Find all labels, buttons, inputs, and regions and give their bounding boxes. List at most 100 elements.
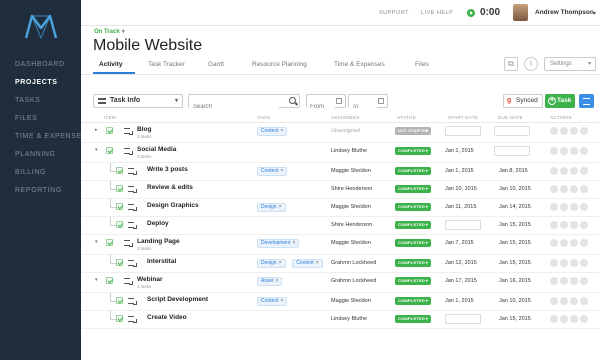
tag-chip[interactable]: Design × [257,203,286,212]
task-checkbox[interactable] [106,127,113,134]
delete-icon[interactable] [580,221,588,229]
due-date[interactable]: Jan 15, 2015 [499,316,531,322]
status-badge[interactable]: COMPLETED ▾ [395,315,431,323]
info-icon[interactable]: i [524,57,538,71]
remove-tag-icon[interactable]: × [276,278,279,284]
edit-icon[interactable] [550,203,558,211]
due-date[interactable]: Jan 8, 2015 [499,168,528,174]
task-checkbox[interactable] [116,185,123,192]
task-name[interactable]: Webinar [137,276,163,283]
start-date-field[interactable] [445,126,481,136]
column-header-status[interactable]: STATUS [397,115,416,120]
copy-icon[interactable]: ⧉ [504,57,518,71]
collapse-icon[interactable]: ▾ [95,147,98,153]
assignee[interactable]: Grahmn Lockheed [331,260,376,266]
reorder-icon[interactable] [128,203,137,211]
sidebar-item-time-expense[interactable]: TIME & EXPENSE [15,132,82,150]
start-date[interactable]: Jan 1, 2015 [445,168,474,174]
edit-icon[interactable] [550,147,558,155]
reorder-icon[interactable] [128,221,137,229]
tab-resource-planning[interactable]: Resource Planning [252,61,307,68]
task-info-dropdown[interactable]: Task Info ▾ [93,94,183,108]
delete-icon[interactable] [580,315,588,323]
assignee[interactable]: Maggie Sheldon [331,240,371,246]
collapse-icon[interactable]: ▾ [95,239,98,245]
reorder-icon[interactable] [128,297,137,305]
status-badge[interactable]: COMPLETED ▾ [395,259,431,267]
task-name[interactable]: Blog [137,126,151,133]
edit-icon[interactable] [550,185,558,193]
column-header-due-date[interactable]: DUE DATE [498,115,523,120]
start-date[interactable]: Jan 10, 2015 [445,186,477,192]
time-icon[interactable] [570,239,578,247]
column-header-item[interactable]: ITEM [104,115,116,120]
task-name[interactable]: Interstital [147,258,176,265]
google-sync-button[interactable]: g Synced [503,94,543,108]
start-date[interactable]: Jan 12, 2015 [445,260,477,266]
task-name[interactable]: Social Media [137,146,176,153]
task-checkbox[interactable] [116,297,123,304]
remove-tag-icon[interactable]: × [281,298,284,304]
assignee[interactable]: Maggie Sheldon [331,298,371,304]
expand-icon[interactable]: ▸ [95,127,98,133]
delete-icon[interactable] [580,167,588,175]
add-task-button[interactable]: + Task [545,94,575,108]
search-input[interactable] [189,101,279,113]
task-name[interactable]: Review & edits [147,184,193,191]
time-icon[interactable] [570,127,578,135]
edit-icon[interactable] [550,297,558,305]
user-name[interactable]: Andrew Thompson [535,9,594,16]
assignee[interactable]: Lindsey Bluthe [331,148,367,154]
delete-icon[interactable] [580,239,588,247]
comment-icon[interactable] [560,277,568,285]
reorder-icon[interactable] [124,277,133,285]
time-icon[interactable] [570,147,578,155]
collapse-icon[interactable]: ▾ [95,277,98,283]
tag-chip[interactable]: Content × [257,127,288,136]
comment-icon[interactable] [560,127,568,135]
task-name[interactable]: Script Development [147,296,208,303]
app-logo-icon[interactable] [24,12,58,40]
task-checkbox[interactable] [116,259,123,266]
time-icon[interactable] [570,185,578,193]
to-date-input[interactable] [349,101,377,113]
status-badge[interactable]: COMPLETED ▾ [395,221,431,229]
tab-gantt[interactable]: Gantt [208,61,224,68]
table-row[interactable]: Write 3 posts Content × Maggie Sheldon COMPL… [81,163,600,181]
assignee[interactable]: Unassigned [331,128,360,134]
status-badge[interactable]: COMPLETED ▾ [395,167,431,175]
reorder-icon[interactable] [124,147,133,155]
tag-chip[interactable]: Content × [292,259,323,268]
tag-chip[interactable]: Design × [257,259,286,268]
table-row[interactable]: Deploy Shire Henderson COMPLETED ▾ Jan 15, 2… [81,217,600,235]
delete-icon[interactable] [580,203,588,211]
settings-dropdown[interactable]: Settings ▾ [544,57,596,71]
task-name[interactable]: Deploy [147,220,169,227]
assignee[interactable]: Maggie Sheldon [331,204,371,210]
comment-icon[interactable] [560,203,568,211]
task-checkbox[interactable] [116,315,123,322]
table-row[interactable]: ▾ Landing Page 3 tasks Development × Maggie S… [81,235,600,255]
edit-icon[interactable] [550,315,558,323]
table-row[interactable]: ▸ Blog 3 tasks Content × Unassigned NOT STARTE… [81,123,600,143]
edit-icon[interactable] [550,239,558,247]
time-icon[interactable] [570,259,578,267]
status-badge[interactable]: COMPLETED ▾ [395,147,431,155]
due-date[interactable]: Jan 15, 2015 [499,222,531,228]
comment-icon[interactable] [560,167,568,175]
tab-time-expenses[interactable]: Time & Expenses [334,61,385,68]
remove-tag-icon[interactable]: × [292,240,295,246]
assignee[interactable]: Shire Henderson [331,186,372,192]
delete-icon[interactable] [580,127,588,135]
sidebar-item-reporting[interactable]: REPORTING [15,186,82,204]
tab-activity[interactable]: Activity [99,61,122,68]
reorder-icon[interactable] [124,239,133,247]
tag-chip[interactable]: Asset × [257,277,283,286]
comment-icon[interactable] [560,221,568,229]
calendar-icon[interactable] [336,98,342,104]
remove-tag-icon[interactable]: × [281,168,284,174]
table-row[interactable]: Review & edits Shire Henderson COMPLETED ▾ J… [81,181,600,199]
delete-icon[interactable] [580,259,588,267]
table-row[interactable]: Create Video Lindsey Bluthe COMPLETED ▾ Jan … [81,311,600,329]
start-date-field[interactable] [445,220,481,230]
